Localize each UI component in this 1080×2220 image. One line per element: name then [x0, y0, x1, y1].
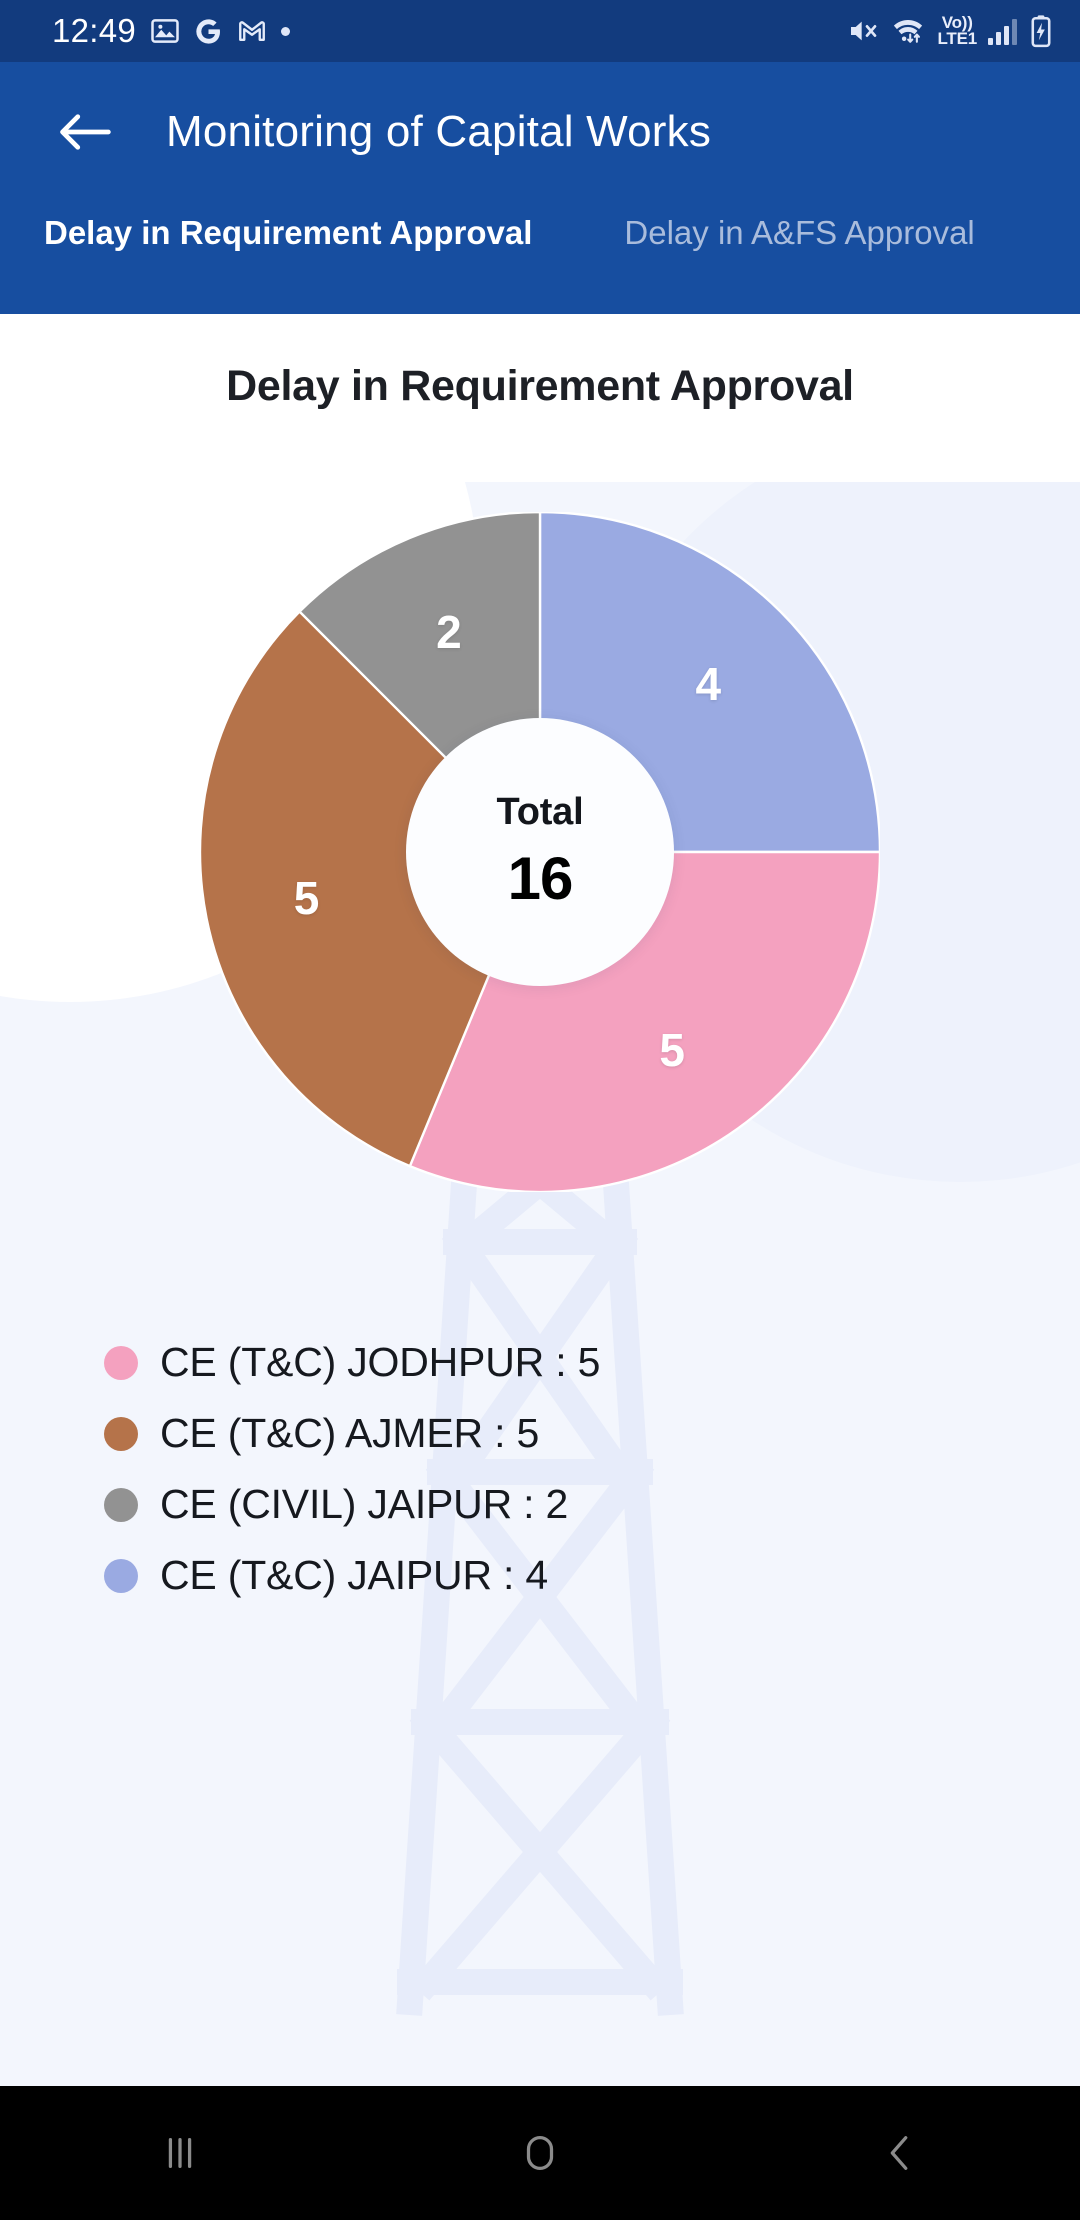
home-icon	[526, 2136, 554, 2170]
donut-center-value: 16	[507, 845, 574, 912]
home-button[interactable]	[440, 2086, 640, 2220]
page-body: Delay in Requirement Approval Total 16 4…	[0, 314, 1080, 2086]
system-nav-bar	[0, 2086, 1080, 2220]
legend-item-jodhpur[interactable]: CE (T&C) JODHPUR : 5	[104, 1327, 964, 1398]
legend-label: CE (T&C) JODHPUR : 5	[160, 1339, 601, 1385]
recents-icon	[168, 2137, 192, 2169]
status-bar-clock: 12:49	[52, 12, 137, 49]
chart-title: Delay in Requirement Approval	[226, 362, 854, 410]
recents-button[interactable]	[80, 2086, 280, 2220]
legend-label: CE (T&C) AJMER : 5	[160, 1410, 540, 1456]
chart-legend: CE (T&C) JODHPUR : 5 CE (T&C) AJMER : 5 …	[104, 1327, 964, 1611]
status-bar-right: Vo)) LTE1	[847, 14, 1054, 48]
donut-graphic: Total 16 4 5 5 2	[200, 512, 880, 1192]
legend-swatch	[104, 1487, 138, 1522]
slice-label-1: 5	[659, 1023, 686, 1076]
volte-icon: Vo)) LTE1	[937, 15, 977, 48]
app-bar: Monitoring of Capital Works Delay in Req…	[0, 62, 1080, 314]
tab-delay-in-requirement-approval[interactable]: Delay in Requirement Approval	[44, 202, 532, 252]
photos-icon	[150, 16, 180, 46]
dot-icon	[281, 26, 291, 36]
legend-swatch	[104, 1345, 138, 1380]
wifi-icon	[890, 15, 926, 47]
tab-bar: Delay in Requirement Approval Delay in A…	[0, 202, 1080, 310]
donut-chart: Total 16 4 5 5 2	[0, 502, 1080, 1202]
status-bar: 12:49 Vo)) LTE1	[0, 0, 1080, 62]
legend-label: CE (CIVIL) JAIPUR : 2	[160, 1481, 569, 1527]
phone-screen: 12:49 Vo)) LTE1 Monitoring of Capital Wo…	[0, 0, 1080, 2220]
app-bar-top: Monitoring of Capital Works	[0, 62, 1080, 202]
slice-label-0: 4	[695, 657, 722, 710]
arrow-left-icon	[60, 114, 111, 150]
back-nav-button[interactable]	[800, 2086, 1000, 2220]
battery-charging-icon	[1028, 14, 1054, 48]
gmail-icon	[237, 16, 267, 46]
status-bar-left: 12:49	[52, 12, 291, 50]
legend-item-jaipur[interactable]: CE (T&C) JAIPUR : 4	[104, 1540, 964, 1611]
legend-swatch	[104, 1558, 138, 1593]
mute-icon	[847, 15, 879, 47]
slice-label-3: 2	[436, 606, 462, 659]
donut-center-label: Total	[496, 791, 584, 833]
legend-swatch	[104, 1416, 138, 1451]
signal-icon	[988, 17, 1017, 45]
legend-label: CE (T&C) JAIPUR : 4	[160, 1552, 549, 1598]
donut-center-hub: Total 16	[406, 718, 674, 986]
tab-delay-in-afs-approval[interactable]: Delay in A&FS Approval	[624, 202, 974, 252]
legend-item-civil-jaipur[interactable]: CE (CIVIL) JAIPUR : 2	[104, 1469, 964, 1540]
volte-line2: LTE1	[937, 29, 977, 48]
chart-area: Total 16 4 5 5 2 CE (T&C) JODHPUR : 5 CE…	[0, 482, 1080, 2086]
back-button[interactable]	[48, 95, 122, 169]
page-title: Monitoring of Capital Works	[166, 107, 712, 156]
google-icon	[194, 17, 223, 46]
slice-label-2: 5	[293, 872, 320, 925]
back-chevron-icon	[890, 2136, 908, 2170]
legend-item-ajmer[interactable]: CE (T&C) AJMER : 5	[104, 1398, 964, 1469]
